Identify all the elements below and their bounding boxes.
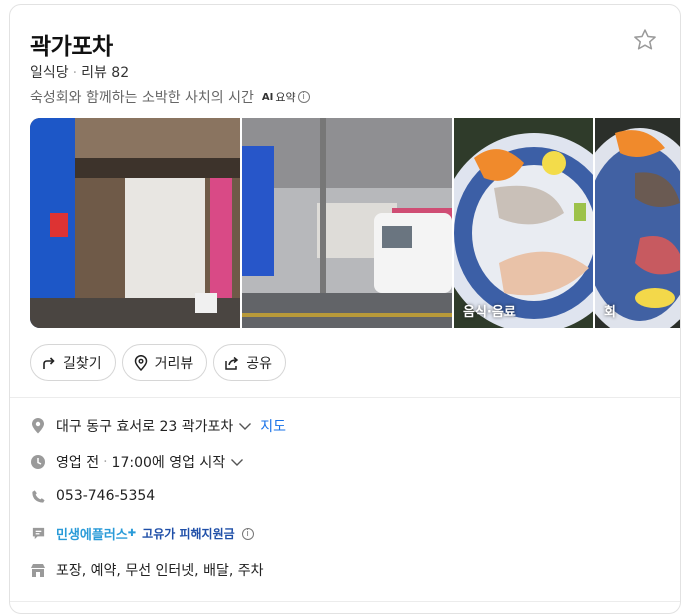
directions-label: 길찾기 [63, 355, 102, 372]
photo-gallery: 음식·음료 회 [30, 118, 680, 328]
share-icon [225, 356, 239, 370]
opening-hours[interactable]: 17:00에 영업 시작 [112, 452, 226, 472]
directions-arrow-icon [43, 356, 55, 369]
message-icon [30, 526, 46, 542]
photo-storefront[interactable] [30, 118, 240, 328]
store-icon [30, 562, 46, 578]
info-icon[interactable]: i [297, 91, 310, 103]
meta-separator: · [72, 65, 78, 81]
street-view-label: 거리뷰 [154, 355, 194, 372]
ai-prefix: AI [261, 91, 274, 103]
section-divider [10, 397, 680, 398]
share-button[interactable]: 공유 [213, 344, 287, 381]
action-buttons: 길찾기 거리뷰 공유 [30, 344, 287, 381]
chevron-down-icon[interactable] [230, 457, 244, 467]
amenities-row: 포장, 예약, 무선 인터넷, 배달, 주차 [30, 560, 264, 580]
review-count[interactable]: 리뷰 82 [81, 65, 129, 81]
place-meta: 일식당 · 리뷰 82 [30, 62, 129, 82]
chevron-down-icon[interactable] [238, 421, 252, 431]
place-description-row: 숙성회와 함께하는 소박한 사치의 시간 AI 요약 i [30, 87, 310, 107]
category: 일식당 [30, 65, 69, 81]
clock-icon [30, 454, 46, 470]
ai-summary-label: 요약 [275, 91, 296, 104]
amenities-text: 포장, 예약, 무선 인터넷, 배달, 주차 [56, 563, 264, 579]
title-row: 곽가포차 [30, 27, 660, 61]
photo-sashimi[interactable]: 회 [595, 118, 680, 328]
star-icon[interactable] [632, 27, 658, 53]
phone-row: 053-746-5354 [30, 488, 155, 504]
info-icon[interactable]: i [241, 527, 254, 540]
ai-summary-badge[interactable]: AI 요약 i [262, 89, 310, 105]
plus-icon: ✚ [127, 528, 137, 539]
hours-separator: · [103, 454, 108, 470]
hours-row: 영업 전 · 17:00에 영업 시작 [30, 452, 244, 472]
street-view-button[interactable]: 거리뷰 [121, 344, 208, 381]
place-title: 곽가포차 [30, 34, 113, 60]
directions-button[interactable]: 길찾기 [30, 344, 116, 381]
share-label: 공유 [246, 355, 273, 372]
open-status: 영업 전 [56, 455, 100, 471]
address-text[interactable]: 대구 동구 효서로 23 곽가포차 [56, 416, 233, 436]
photo-label-food: 음식·음료 [463, 305, 516, 320]
photo-street[interactable] [242, 118, 452, 328]
promo-text[interactable]: 고유가 피해지원금 [142, 525, 235, 542]
location-pin-icon [134, 354, 147, 371]
photo-food[interactable]: 음식·음료 [454, 118, 593, 328]
map-pin-icon [30, 418, 46, 434]
promo-row: 민생에플러스 ✚ 고유가 피해지원금 i [30, 524, 254, 543]
promo-brand[interactable]: 민생에플러스 [56, 524, 128, 543]
address-row: 대구 동구 효서로 23 곽가포차 지도 [30, 416, 286, 436]
photo-label-sashimi: 회 [604, 305, 616, 320]
phone-number[interactable]: 053-746-5354 [56, 488, 155, 504]
place-description: 숙성회와 함께하는 소박한 사치의 시간 [30, 90, 254, 106]
phone-icon [30, 488, 46, 504]
place-card: 곽가포차 일식당 · 리뷰 82 숙성회와 함께하는 소박한 사치의 시간 AI 요… [9, 4, 681, 614]
map-link[interactable]: 지도 [260, 416, 286, 436]
